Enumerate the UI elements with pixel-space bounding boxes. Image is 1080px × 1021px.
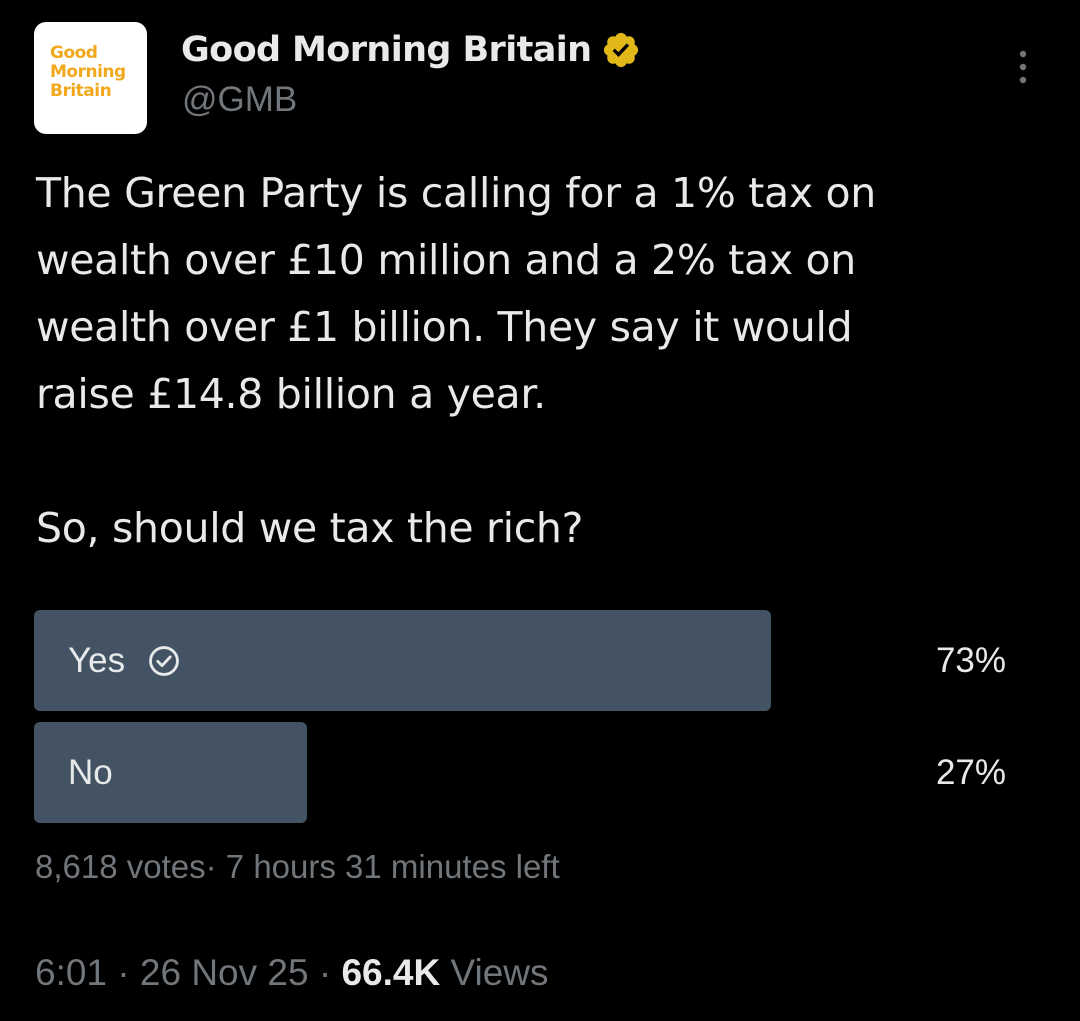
verified-badge-icon[interactable] <box>601 30 641 70</box>
poll-option-percent: 73% <box>935 640 1006 680</box>
tweet-footer: 6:01 · 26 Nov 25 · 66.4K Views <box>35 952 549 994</box>
poll-vote-count: 8,618 votes <box>35 848 206 885</box>
check-circle-icon <box>149 645 179 676</box>
avatar-logo-text-line: Morning <box>50 62 126 82</box>
poll-option-yes[interactable]: Yes 73% <box>34 610 1044 711</box>
views-count[interactable]: 66.4K <box>341 952 440 993</box>
poll-option-no[interactable]: No 27% <box>34 722 1044 823</box>
footer-separator: · <box>107 952 140 993</box>
poll-option-percent: 27% <box>935 752 1006 792</box>
poll-option-text: No <box>68 752 113 792</box>
poll: Yes 73% No 27% <box>34 610 1044 834</box>
author-display-name[interactable]: Good Morning Britain <box>181 30 592 70</box>
poll-option-label: Yes <box>68 610 181 711</box>
poll-option-text: Yes <box>68 640 126 680</box>
poll-meta-separator: · <box>205 848 217 885</box>
views-label[interactable]: Views <box>450 952 548 993</box>
avatar-logo-text-line: Britain <box>50 81 112 101</box>
tweet-date[interactable]: 26 Nov 25 <box>140 952 309 993</box>
poll-time-left: 7 hours 31 minutes left <box>225 848 560 885</box>
footer-separator: · <box>308 952 342 993</box>
avatar[interactable]: Good Morning Britain <box>34 22 147 134</box>
poll-option-label: No <box>68 722 113 823</box>
author-handle[interactable]: @GMB <box>182 80 297 120</box>
poll-meta: 8,618 votes· 7 hours 31 minutes left <box>35 848 560 886</box>
avatar-logo-text-line: Good <box>50 43 98 63</box>
author-name-row: Good Morning Britain <box>181 26 641 74</box>
tweet-text: The Green Party is calling for a 1% tax … <box>36 169 876 552</box>
more-options-icon[interactable] <box>1012 48 1034 86</box>
tweet-time[interactable]: 6:01 <box>35 952 107 993</box>
